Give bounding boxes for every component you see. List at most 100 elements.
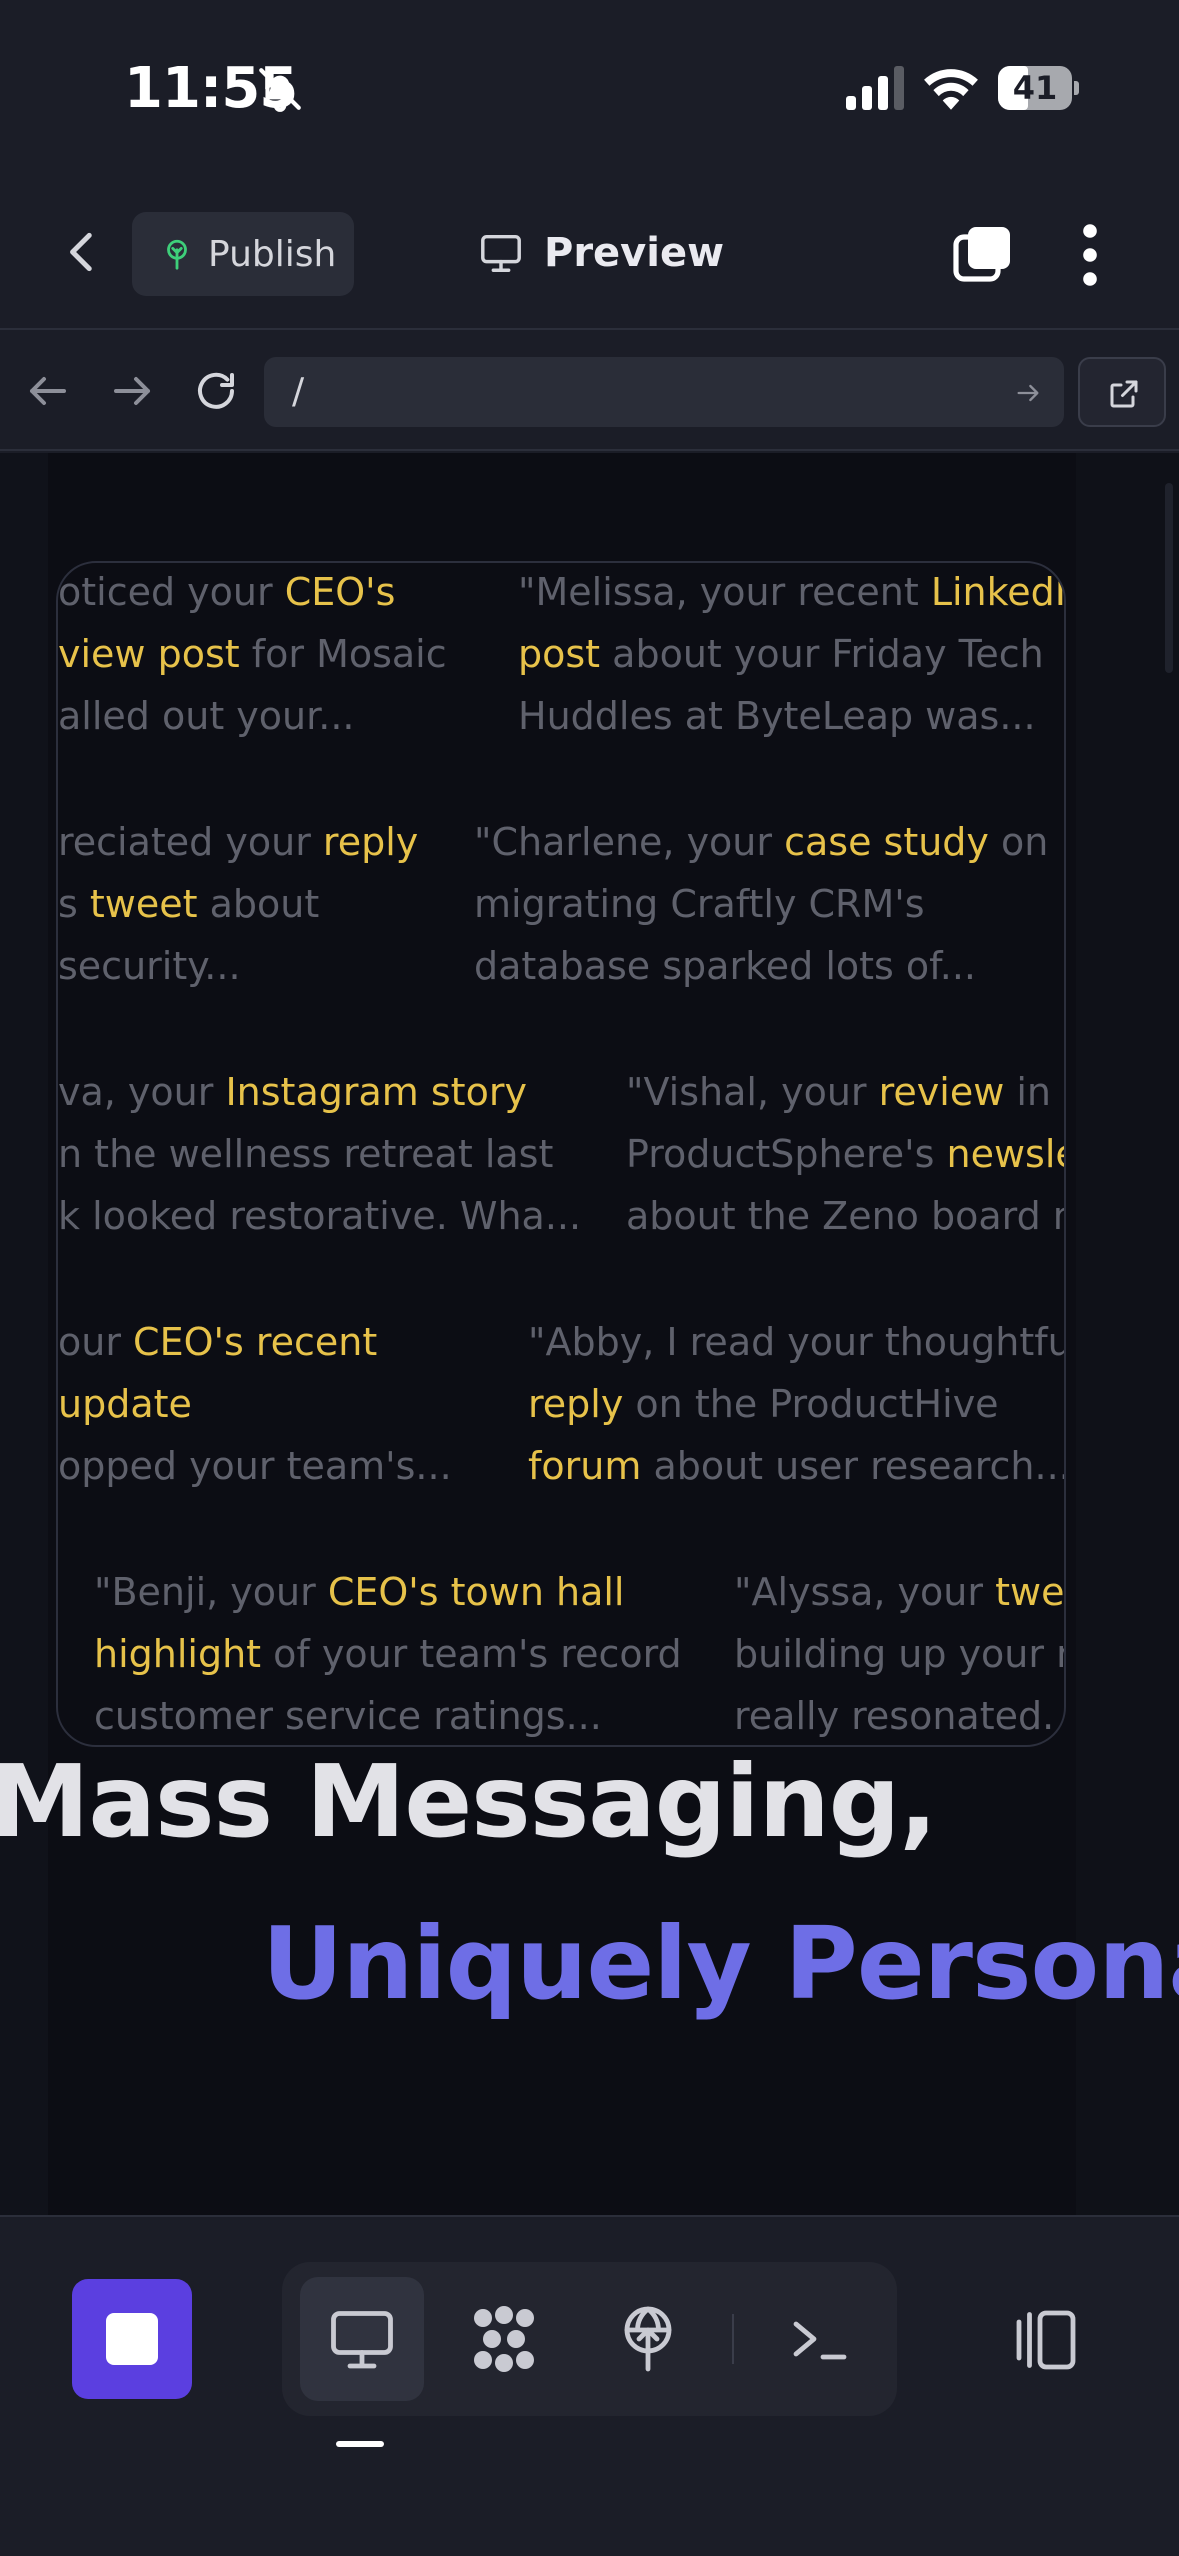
url-path: / [292, 371, 305, 412]
preview-label: Preview [544, 230, 725, 276]
quote-text: reciated your [58, 820, 323, 864]
mode-divider [732, 2314, 734, 2364]
quote-text: "Melissa, your recent [518, 570, 931, 614]
highlighted-phrase: update [58, 1382, 192, 1426]
quote-text: oticed your [58, 570, 285, 614]
open-external-button[interactable] [1078, 357, 1166, 427]
message-quote-line: forum about user research... [528, 1435, 1066, 1497]
quote-text: k looked restorative. Wha... [58, 1194, 582, 1238]
quote-text: migrating Craftly CRM's [474, 882, 925, 926]
message-quote-line: opped your team's... [58, 1435, 452, 1497]
arrow-right-icon[interactable] [108, 367, 156, 415]
mode-switcher [282, 2262, 897, 2416]
url-input[interactable]: / [264, 357, 1064, 427]
quote-text: s [58, 882, 90, 926]
highlighted-phrase: view post [58, 632, 240, 676]
highlighted-phrase: highlight [94, 1632, 262, 1676]
quote-text: on [988, 820, 1049, 864]
chevron-left-icon[interactable] [58, 227, 108, 277]
scrollbar[interactable] [1165, 483, 1173, 673]
deploy-globe-icon [624, 2306, 672, 2372]
message-quote-line: reply on the ProductHive [528, 1373, 999, 1435]
highlighted-phrase: CEO's recent [133, 1320, 378, 1364]
message-quote-line: alled out your... [58, 685, 355, 747]
monitor-icon [481, 234, 521, 272]
highlighted-phrase: post [518, 632, 601, 676]
message-quote-line: migrating Craftly CRM's [474, 873, 925, 935]
message-quote-line: "Alyssa, your twee [734, 1561, 1065, 1623]
message-quote-line: s tweet about [58, 873, 319, 935]
arrow-left-icon[interactable] [24, 367, 72, 415]
battery-icon: 41 [998, 66, 1079, 110]
message-quote-line: reciated your reply [58, 811, 418, 873]
browser-url-bar: / [0, 331, 1179, 451]
terminal-button[interactable] [758, 2277, 882, 2401]
message-quote-line: building up your m [734, 1623, 1064, 1685]
deploy-button[interactable] [586, 2277, 710, 2401]
message-quote-line: k looked restorative. Wha... [58, 1185, 581, 1247]
quote-text: alled out your... [58, 694, 355, 738]
publish-button[interactable]: Publish [132, 212, 354, 296]
desktop-preview-icon [331, 2311, 393, 2369]
highlighted-phrase: newsle [946, 1132, 1066, 1176]
message-quote-line: oticed your CEO's [58, 563, 396, 623]
message-quote-line: view post for Mosaic [58, 623, 447, 685]
go-arrow-icon[interactable] [1014, 379, 1042, 407]
highlighted-phrase: LinkedIn [930, 570, 1066, 614]
highlighted-phrase: review [878, 1070, 1005, 1114]
message-quote-line: Huddles at ByteLeap was... [518, 685, 1036, 747]
tabs-icon[interactable] [950, 223, 1014, 287]
quote-text: "Charlene, your [474, 820, 785, 864]
quote-text: ProductSphere's [626, 1132, 947, 1176]
quote-text: database sparked lots of... [474, 944, 976, 988]
highlighted-phrase: twee [995, 1570, 1065, 1614]
reload-icon[interactable] [192, 367, 240, 415]
message-quote-line: about the Zeno board m [626, 1185, 1064, 1247]
quote-text: for Mosaic [239, 632, 447, 676]
canvas-blob-icon [474, 2306, 534, 2372]
message-quote-line: va, your Instagram story [58, 1061, 527, 1123]
quote-text: in [1004, 1070, 1052, 1114]
quote-text: n the wellness retreat last [58, 1132, 554, 1176]
canvas-button[interactable] [442, 2277, 566, 2401]
message-quote-line: "Charlene, your case study on [474, 811, 1048, 873]
quote-text: "Alyssa, your [734, 1570, 996, 1614]
stop-square-icon [106, 2313, 158, 2365]
preview-edge [0, 453, 48, 2215]
message-quote-line: n the wellness retreat last [58, 1123, 553, 1185]
quote-text: really resonated. V [734, 1694, 1066, 1738]
active-mode-indicator [336, 2441, 384, 2447]
editor-toolbar: Publish Preview [0, 175, 1179, 330]
highlighted-phrase: forum [528, 1444, 642, 1488]
stop-button[interactable] [72, 2279, 192, 2399]
quote-text: about user research... [641, 1444, 1066, 1488]
message-quote-line: security... [58, 935, 241, 997]
highlighted-phrase: reply [322, 820, 419, 864]
quote-text: security... [58, 944, 241, 988]
quote-text: our [58, 1320, 134, 1364]
highlighted-phrase: CEO's town hall [327, 1570, 625, 1614]
desktop-preview-button[interactable] [300, 2277, 424, 2401]
highlighted-phrase: reply [528, 1382, 624, 1426]
message-quote-line: customer service ratings... [94, 1685, 602, 1745]
side-panel-icon[interactable] [1010, 2304, 1082, 2376]
message-quote-line: "Benji, your CEO's town hall [94, 1561, 624, 1623]
message-quote-line: "Vishal, your review in [626, 1061, 1051, 1123]
wifi-icon [924, 69, 978, 110]
highlighted-phrase: tweet [89, 882, 198, 926]
quote-text: "Vishal, your [626, 1070, 879, 1114]
web-preview[interactable]: oticed your CEO's view post for Mosaic a… [0, 453, 1179, 2215]
quote-text: "Abby, I read your thoughtful [528, 1320, 1066, 1364]
message-quote-line: "Melissa, your recent LinkedIn [518, 563, 1066, 623]
message-quote-line: our CEO's recent [58, 1311, 377, 1373]
message-quote-line: "Abby, I read your thoughtful [528, 1311, 1066, 1373]
quote-text: on the ProductHive [623, 1382, 999, 1426]
quote-text: Huddles at ByteLeap was... [518, 694, 1036, 738]
message-quote-line: post about your Friday Tech [518, 623, 1044, 685]
quote-text: about your Friday Tech [600, 632, 1044, 676]
preview-tab[interactable]: Preview [478, 221, 724, 285]
highlighted-phrase: CEO's [284, 570, 396, 614]
publish-label: Publish [208, 233, 337, 275]
publish-tree-icon [167, 239, 187, 270]
vertical-dots-icon[interactable] [1080, 223, 1100, 287]
